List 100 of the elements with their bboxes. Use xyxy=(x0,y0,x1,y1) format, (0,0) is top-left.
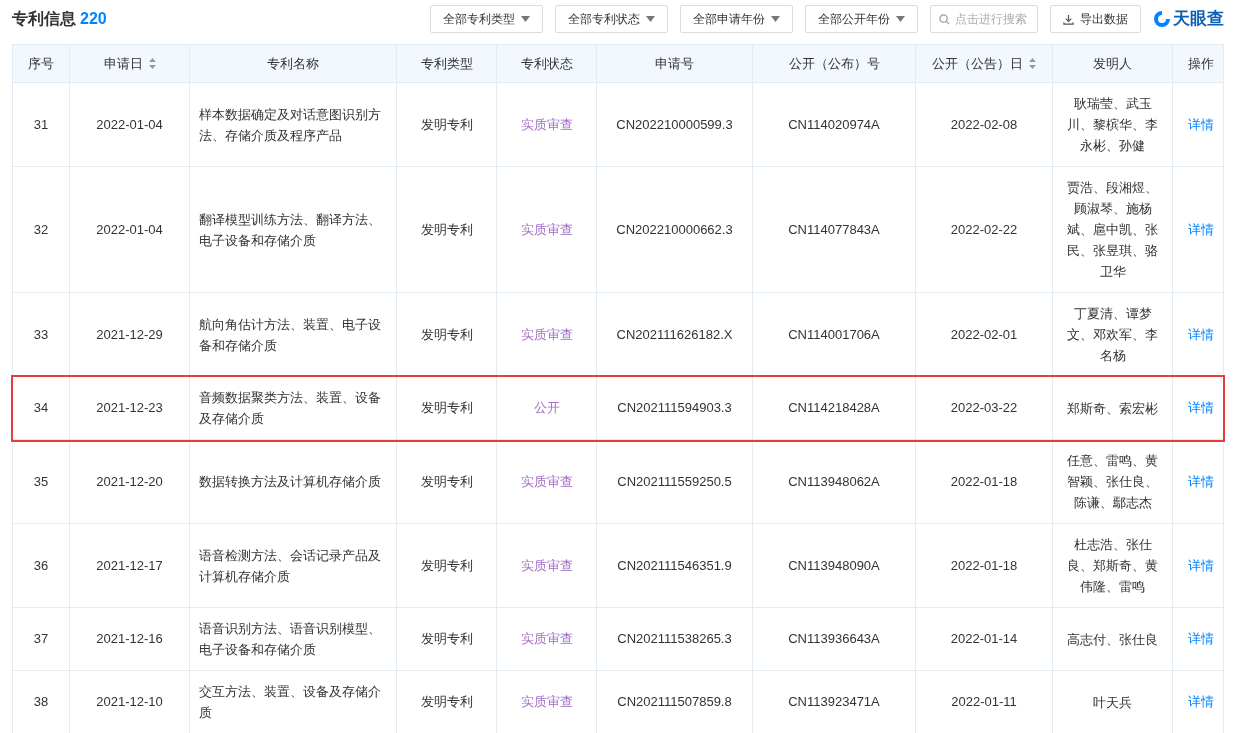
column-header: 专利类型 xyxy=(420,54,473,73)
publication-date: 2022-02-08 xyxy=(950,115,1018,134)
patent-type: 发明专利 xyxy=(420,630,473,649)
column-header: 序号 xyxy=(28,54,54,73)
filter-dropdown[interactable]: 全部公开年份 xyxy=(805,5,918,33)
application-date: 2022-01-04 xyxy=(96,115,163,134)
row-number: 31 xyxy=(33,115,49,134)
filter-dropdown[interactable]: 全部专利类型 xyxy=(430,5,543,33)
publication-number: CN114020974A xyxy=(788,115,880,134)
column-header[interactable]: 申请日 xyxy=(103,53,156,74)
application-number: CN202111559250.5 xyxy=(617,472,732,491)
application-number: CN202111594903.3 xyxy=(617,399,732,418)
inventor-list: 高志付、张仕良 xyxy=(1067,628,1158,650)
inventor-list: 杜志浩、张仕良、郑斯奇、黄伟隆、雷鸣 xyxy=(1065,534,1160,597)
inventor-list: 丁夏清、谭梦文、邓欢军、李名杨 xyxy=(1065,303,1160,366)
patent-name: 语音识别方法、语音识别模型、电子设备和存储介质 xyxy=(199,620,382,659)
application-date: 2021-12-20 xyxy=(96,472,163,491)
details-link[interactable]: 详情 xyxy=(1188,555,1214,576)
application-number: CN202111507859.8 xyxy=(617,693,732,712)
application-number: CN202111546351.9 xyxy=(617,556,732,575)
application-date: 2022-01-04 xyxy=(96,220,163,239)
caret-icon xyxy=(646,16,655,22)
publication-date: 2022-02-01 xyxy=(950,325,1018,344)
application-number: CN202111538265.3 xyxy=(617,630,732,649)
patent-name: 交互方法、装置、设备及存储介质 xyxy=(199,683,382,722)
patent-type: 发明专利 xyxy=(420,220,473,239)
patent-status: 实质审查 xyxy=(520,556,573,575)
publication-number: CN114001706A xyxy=(788,325,880,344)
publication-number: CN114077843A xyxy=(788,220,880,239)
caret-icon xyxy=(521,16,530,22)
publication-date: 2022-01-18 xyxy=(950,472,1018,491)
search-field[interactable]: 点击进行搜索 xyxy=(930,5,1038,33)
filter-dropdown[interactable]: 全部申请年份 xyxy=(680,5,793,33)
sort-icon xyxy=(148,58,156,69)
caret-icon xyxy=(896,16,905,22)
patent-status: 实质审查 xyxy=(520,220,573,239)
patent-type: 发明专利 xyxy=(420,399,473,418)
application-date: 2021-12-23 xyxy=(96,399,163,418)
inventor-list: 耿瑞莹、武玉川、黎槟华、李永彬、孙健 xyxy=(1065,93,1160,156)
application-number: CN202210000662.3 xyxy=(616,220,733,239)
publication-date: 2022-01-14 xyxy=(950,630,1018,649)
patent-type: 发明专利 xyxy=(420,693,473,712)
application-number: CN202111626182.X xyxy=(616,325,733,344)
column-header: 专利名称 xyxy=(267,54,319,73)
details-link[interactable]: 详情 xyxy=(1188,692,1214,712)
publication-date: 2022-03-22 xyxy=(950,399,1018,418)
patent-name: 音频数据聚类方法、装置、设备及存储介质 xyxy=(199,389,382,428)
application-number: CN202210000599.3 xyxy=(616,115,733,134)
details-link[interactable]: 详情 xyxy=(1188,471,1214,492)
publication-number: CN113923471A xyxy=(788,693,880,712)
details-link[interactable]: 详情 xyxy=(1188,629,1214,649)
patent-type: 发明专利 xyxy=(420,325,473,344)
details-link[interactable]: 详情 xyxy=(1188,398,1214,418)
column-header: 发明人 xyxy=(1093,54,1132,73)
row-number: 36 xyxy=(33,556,49,575)
patent-name: 数据转换方法及计算机存储介质 xyxy=(199,473,381,491)
row-number: 35 xyxy=(33,472,49,491)
publication-number: CN113948062A xyxy=(788,472,880,491)
row-number: 33 xyxy=(33,325,49,344)
inventor-list: 任意、雷鸣、黄智颖、张仕良、陈谦、鄢志杰 xyxy=(1065,450,1160,513)
patent-type: 发明专利 xyxy=(420,472,473,491)
publication-number: CN113936643A xyxy=(788,630,880,649)
column-header: 操作 xyxy=(1188,54,1214,73)
column-header[interactable]: 公开（公告）日 xyxy=(932,53,1036,74)
patent-status: 实质审查 xyxy=(520,115,573,134)
row-number: 34 xyxy=(33,399,49,418)
publication-date: 2022-01-11 xyxy=(951,693,1017,712)
filter-dropdown[interactable]: 全部专利状态 xyxy=(555,5,668,33)
publication-date: 2022-02-22 xyxy=(950,220,1018,239)
column-header: 专利状态 xyxy=(520,54,573,73)
application-date: 2021-12-17 xyxy=(96,556,163,575)
column-header: 公开（公布）号 xyxy=(788,54,880,73)
patent-name: 样本数据确定及对话意图识别方法、存储介质及程序产品 xyxy=(199,105,382,145)
patent-type: 发明专利 xyxy=(420,556,473,575)
export-button[interactable]: 导出数据 xyxy=(1050,5,1141,33)
application-date: 2021-12-16 xyxy=(96,630,163,649)
download-icon xyxy=(1063,13,1074,25)
row-number: 38 xyxy=(33,693,49,712)
row-number: 37 xyxy=(33,630,49,649)
inventor-list: 叶天兵 xyxy=(1093,691,1132,713)
logo-text: 天眼查 xyxy=(1173,8,1224,31)
patent-name: 航向角估计方法、装置、电子设备和存储介质 xyxy=(199,315,382,355)
details-link[interactable]: 详情 xyxy=(1188,114,1214,135)
publication-number: CN114218428A xyxy=(788,399,880,418)
patent-type: 发明专利 xyxy=(420,115,473,134)
row-number: 32 xyxy=(33,220,49,239)
publication-date: 2022-01-18 xyxy=(950,556,1018,575)
patent-name: 语音检测方法、会话记录产品及计算机存储介质 xyxy=(199,546,382,586)
logo-icon xyxy=(1153,10,1171,28)
patent-status: 实质审查 xyxy=(520,693,573,712)
application-date: 2021-12-29 xyxy=(96,325,163,344)
details-link[interactable]: 详情 xyxy=(1188,219,1214,240)
inventor-list: 贾浩、段湘煜、顾淑琴、施杨斌、扈中凯、张民、张昱琪、骆卫华 xyxy=(1065,177,1160,282)
patent-status: 公开 xyxy=(533,399,560,418)
patent-name: 翻译模型训练方法、翻译方法、电子设备和存储介质 xyxy=(199,210,382,250)
column-header: 申请号 xyxy=(655,54,694,73)
application-date: 2021-12-10 xyxy=(96,693,163,712)
details-link[interactable]: 详情 xyxy=(1188,324,1214,345)
search-icon xyxy=(939,14,950,25)
inventor-list: 郑斯奇、索宏彬 xyxy=(1067,397,1158,419)
